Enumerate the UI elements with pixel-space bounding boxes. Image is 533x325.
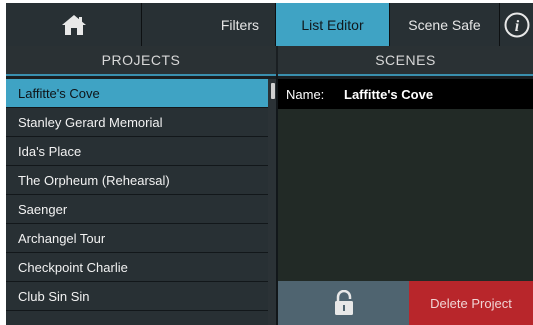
delete-project-label: Delete Project: [430, 295, 512, 311]
name-label: Name:: [286, 86, 325, 102]
list-item[interactable]: Saenger: [6, 195, 268, 224]
list-item[interactable]: Ida's Place: [6, 137, 268, 166]
tab-filters[interactable]: Filters: [142, 3, 276, 46]
list-item[interactable]: The Orpheum (Rehearsal): [6, 166, 268, 195]
projects-list: Laffitte's Cove Stanley Gerard Memorial …: [6, 79, 268, 325]
tab-scene-safe[interactable]: Scene Safe: [390, 3, 500, 46]
home-icon: [61, 14, 86, 35]
list-item-label: Laffitte's Cove: [18, 85, 100, 101]
list-item[interactable]: Archangel Tour: [6, 224, 268, 253]
projects-header-label: PROJECTS: [101, 52, 181, 68]
list-item[interactable]: Club Sin Sin: [6, 282, 268, 311]
app-window: Filters List Editor Scene Safe i PROJECT…: [6, 3, 533, 325]
lock-button[interactable]: [278, 281, 409, 325]
list-item-label: Club Sin Sin: [18, 288, 90, 304]
scenes-header-label: SCENES: [375, 52, 436, 68]
delete-project-button[interactable]: Delete Project: [409, 281, 533, 325]
tab-filters-label: Filters: [220, 16, 259, 33]
lock-icon: [334, 290, 353, 315]
projects-header: PROJECTS: [6, 46, 276, 76]
list-item-label: Archangel Tour: [18, 230, 106, 246]
list-item[interactable]: Checkpoint Charlie: [6, 253, 268, 282]
info-button[interactable]: i: [500, 3, 533, 46]
info-icon: i: [504, 12, 529, 37]
list-item[interactable]: Laffitte's Cove: [6, 79, 268, 108]
list-item[interactable]: Stanley Gerard Memorial: [6, 108, 268, 137]
list-item-partial[interactable]: [6, 311, 268, 325]
svg-text:i: i: [514, 18, 519, 35]
scenes-panel: Name: Laffitte's Cove: [278, 79, 533, 281]
list-item-label: Stanley Gerard Memorial: [18, 114, 163, 130]
home-tab[interactable]: [6, 3, 142, 46]
list-item-label: Saenger: [18, 201, 68, 217]
name-value: Laffitte's Cove: [344, 86, 434, 102]
list-item-label: Checkpoint Charlie: [18, 259, 128, 275]
scroll-thumb[interactable]: [271, 83, 275, 99]
list-item-label: Ida's Place: [18, 143, 82, 159]
tab-scene-safe-label: Scene Safe: [408, 16, 481, 33]
list-item-label: The Orpheum (Rehearsal): [18, 172, 170, 188]
top-bar: Filters List Editor Scene Safe i: [6, 3, 533, 46]
scenes-header: SCENES: [278, 46, 533, 76]
tab-list-editor-label: List Editor: [301, 16, 364, 33]
tab-list-editor[interactable]: List Editor: [276, 3, 390, 46]
scene-name-row[interactable]: Name: Laffitte's Cove: [278, 79, 533, 109]
